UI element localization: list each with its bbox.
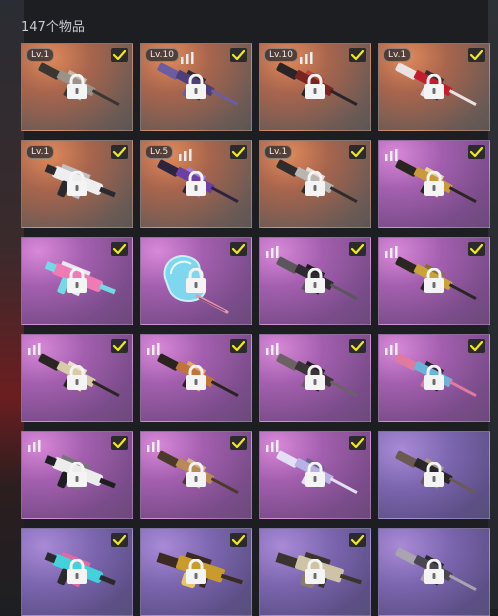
inventory-item[interactable] — [259, 334, 371, 422]
upgrade-bars-icon — [385, 146, 399, 161]
inventory-item[interactable] — [140, 431, 252, 519]
level-badge: Lv.5 — [145, 145, 174, 159]
inventory-item[interactable] — [140, 237, 252, 325]
selected-checkmark-icon[interactable] — [349, 242, 366, 256]
selected-checkmark-icon[interactable] — [468, 339, 485, 353]
selected-checkmark-icon[interactable] — [468, 242, 485, 256]
lock-icon — [67, 365, 87, 390]
upgrade-bars-icon — [179, 146, 193, 161]
lock-icon — [186, 74, 206, 99]
lock-icon — [305, 268, 325, 293]
level-badge: Lv.1 — [26, 145, 55, 159]
lock-icon — [67, 559, 87, 584]
lock-icon — [424, 462, 444, 487]
upgrade-bars-icon — [28, 437, 42, 452]
inventory-item[interactable] — [378, 528, 490, 616]
lock-icon — [424, 268, 444, 293]
inventory-item[interactable] — [21, 334, 133, 422]
lock-icon — [305, 462, 325, 487]
selected-checkmark-icon[interactable] — [349, 339, 366, 353]
upgrade-bars-icon — [385, 243, 399, 258]
inventory-item[interactable] — [378, 334, 490, 422]
lock-icon — [186, 462, 206, 487]
selected-checkmark-icon[interactable] — [349, 533, 366, 547]
lock-icon — [424, 74, 444, 99]
level-badge: Lv.10 — [264, 48, 298, 62]
selected-checkmark-icon[interactable] — [230, 533, 247, 547]
upgrade-bars-icon — [385, 340, 399, 355]
lock-icon — [186, 365, 206, 390]
inventory-item[interactable]: Lv.1 — [21, 43, 133, 131]
inventory-item[interactable] — [378, 140, 490, 228]
level-badge: Lv.1 — [264, 145, 293, 159]
lock-icon — [67, 171, 87, 196]
selected-checkmark-icon[interactable] — [468, 48, 485, 62]
inventory-item[interactable]: Lv.1 — [259, 140, 371, 228]
inventory-item[interactable] — [259, 431, 371, 519]
selected-checkmark-icon[interactable] — [349, 48, 366, 62]
upgrade-bars-icon — [266, 437, 280, 452]
selected-checkmark-icon[interactable] — [111, 339, 128, 353]
inventory-grid: Lv.1 Lv.10 Lv.10 Lv.1 Lv.1 Lv.5 Lv.1 — [21, 43, 490, 616]
inventory-item[interactable]: Lv.5 — [140, 140, 252, 228]
item-count-label: 147个物品 — [21, 20, 85, 35]
inventory-item[interactable] — [21, 528, 133, 616]
selected-checkmark-icon[interactable] — [111, 242, 128, 256]
lock-icon — [186, 171, 206, 196]
inventory-item[interactable] — [378, 237, 490, 325]
level-badge: Lv.1 — [383, 48, 412, 62]
upgrade-bars-icon — [147, 437, 161, 452]
inventory-item[interactable]: Lv.10 — [140, 43, 252, 131]
selected-checkmark-icon[interactable] — [111, 145, 128, 159]
level-badge: Lv.1 — [26, 48, 55, 62]
inventory-item[interactable]: Lv.1 — [21, 140, 133, 228]
selected-checkmark-icon[interactable] — [230, 242, 247, 256]
lock-icon — [186, 268, 206, 293]
inventory-item[interactable]: Lv.1 — [378, 43, 490, 131]
selected-checkmark-icon[interactable] — [349, 436, 366, 450]
lock-icon — [305, 365, 325, 390]
lock-icon — [67, 74, 87, 99]
selected-checkmark-icon[interactable] — [111, 436, 128, 450]
inventory-item[interactable] — [21, 237, 133, 325]
lock-icon — [424, 171, 444, 196]
inventory-item[interactable] — [259, 237, 371, 325]
lock-icon — [67, 268, 87, 293]
upgrade-bars-icon — [28, 340, 42, 355]
inventory-item[interactable] — [259, 528, 371, 616]
inventory-item[interactable] — [21, 431, 133, 519]
selected-checkmark-icon[interactable] — [230, 145, 247, 159]
lock-icon — [424, 365, 444, 390]
selected-checkmark-icon[interactable] — [349, 145, 366, 159]
upgrade-bars-icon — [266, 340, 280, 355]
inventory-item[interactable] — [140, 528, 252, 616]
lock-icon — [305, 559, 325, 584]
selected-checkmark-icon[interactable] — [468, 145, 485, 159]
upgrade-bars-icon — [300, 49, 314, 64]
upgrade-bars-icon — [147, 340, 161, 355]
selected-checkmark-icon[interactable] — [230, 436, 247, 450]
lock-icon — [305, 171, 325, 196]
inventory-item[interactable]: Lv.10 — [259, 43, 371, 131]
inventory-item[interactable] — [378, 431, 490, 519]
lock-icon — [424, 559, 444, 584]
lock-icon — [67, 462, 87, 487]
upgrade-bars-icon — [266, 243, 280, 258]
selected-checkmark-icon[interactable] — [230, 339, 247, 353]
level-badge: Lv.10 — [145, 48, 179, 62]
upgrade-bars-icon — [181, 49, 195, 64]
selected-checkmark-icon[interactable] — [230, 48, 247, 62]
inventory-item[interactable] — [140, 334, 252, 422]
lock-icon — [305, 74, 325, 99]
selected-checkmark-icon[interactable] — [111, 48, 128, 62]
selected-checkmark-icon[interactable] — [111, 533, 128, 547]
lock-icon — [186, 559, 206, 584]
